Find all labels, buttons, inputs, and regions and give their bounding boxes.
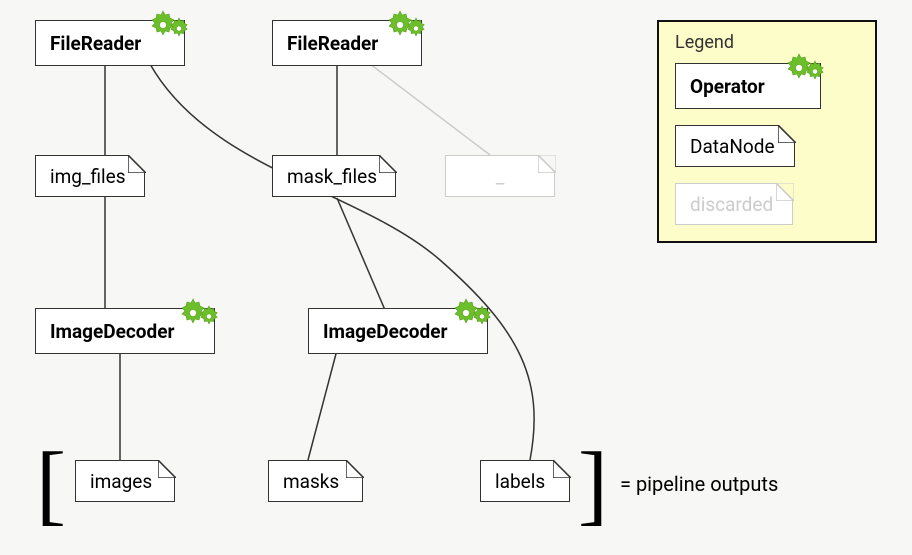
masks-output: masks <box>268 460 363 502</box>
node-label: FileReader <box>287 32 378 55</box>
pipeline-outputs-label: = pipeline outputs <box>620 472 778 496</box>
gears-icon <box>150 9 192 50</box>
img-files-node: img_files <box>35 155 145 197</box>
legend-discarded: discarded <box>675 183 793 225</box>
legend-title: Legend <box>675 32 859 53</box>
imagedecoder-1: ImageDecoder <box>35 308 215 354</box>
page-fold-icon <box>158 460 176 478</box>
node-label: img_files <box>50 165 126 188</box>
legend-operator: Operator <box>675 63 821 109</box>
mask-files-node: mask_files <box>272 155 396 197</box>
node-label: mask_files <box>287 165 377 188</box>
bracket-left: [ <box>36 440 66 530</box>
node-label: _ <box>496 165 505 188</box>
node-label: DataNode <box>690 135 775 158</box>
page-fold-icon <box>776 183 794 201</box>
legend-datanode: DataNode <box>675 125 795 167</box>
images-output: images <box>75 460 175 502</box>
node-label: Operator <box>690 75 765 98</box>
gears-icon <box>180 297 222 338</box>
gears-icon <box>453 297 495 338</box>
page-fold-icon <box>553 460 571 478</box>
node-label: ImageDecoder <box>323 320 447 343</box>
filereader-2: FileReader <box>272 20 422 66</box>
bracket-right: ] <box>578 440 608 530</box>
page-fold-icon <box>128 155 146 173</box>
page-fold-icon <box>379 155 397 173</box>
page-fold-icon <box>778 125 796 143</box>
labels-output: labels <box>480 460 570 502</box>
gears-icon <box>387 9 429 50</box>
legend-box: Legend Operator DataNode discarded <box>657 20 877 243</box>
gears-icon <box>786 52 828 93</box>
imagedecoder-2: ImageDecoder <box>308 308 488 354</box>
filereader-1: FileReader <box>35 20 185 66</box>
node-label: masks <box>283 470 339 493</box>
node-label: discarded <box>690 193 773 216</box>
page-fold-icon <box>538 155 556 173</box>
node-label: FileReader <box>50 32 141 55</box>
discarded-node: _ <box>445 155 555 197</box>
node-label: ImageDecoder <box>50 320 174 343</box>
node-label: labels <box>495 470 545 493</box>
node-label: images <box>90 470 152 493</box>
page-fold-icon <box>346 460 364 478</box>
